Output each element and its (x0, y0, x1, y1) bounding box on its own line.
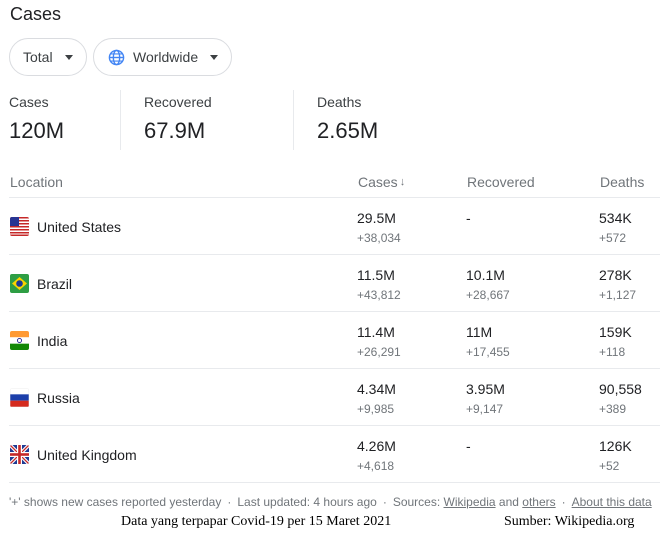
globe-icon (108, 49, 125, 65)
recovered-value: 3.95M (466, 381, 505, 397)
country-name: India (37, 333, 68, 349)
footer-note: '+' shows new cases reported yesterday (9, 495, 222, 509)
recovered-new: +28,667 (466, 288, 510, 302)
region-dropdown[interactable]: Worldwide (93, 38, 232, 76)
table-row[interactable]: Brazil 11.5M +43,812 10.1M +28,667 278K … (0, 255, 661, 312)
deaths-value: 90,558 (599, 381, 642, 397)
summary-deaths-label: Deaths (317, 94, 362, 110)
table-row[interactable]: India 11.4M +26,291 11M +17,455 159K +11… (0, 312, 661, 369)
summary-cases-label: Cases (9, 94, 49, 110)
recovered-value: 11M (466, 324, 493, 340)
country-name: United Kingdom (37, 447, 137, 463)
deaths-value: 278K (599, 267, 632, 283)
cases-value: 4.34M (357, 381, 396, 397)
column-header-location[interactable]: Location (10, 174, 63, 190)
table-row[interactable]: United States 29.5M +38,034 - 534K +572 (0, 198, 661, 255)
caption-left: Data yang terpapar Covid-19 per 15 Maret… (121, 514, 392, 529)
recovered-new: +9,147 (466, 402, 504, 416)
uk-flag-icon (10, 445, 29, 464)
deaths-new: +572 (599, 231, 627, 245)
recovered-value: - (466, 210, 471, 226)
russia-flag-icon (10, 388, 29, 407)
cases-new: +9,985 (357, 402, 395, 416)
caret-down-icon (210, 55, 218, 60)
caret-down-icon (65, 55, 73, 60)
summary-cases: Cases 120M (9, 90, 119, 150)
cases-new: +4,618 (357, 459, 395, 473)
summary-deaths: Deaths 2.65M (293, 90, 443, 150)
footer-updated: Last updated: 4 hours ago (237, 495, 377, 509)
recovered-value: 10.1M (466, 267, 505, 283)
total-dropdown-label: Total (23, 49, 53, 65)
deaths-new: +52 (599, 459, 620, 473)
page-title: Cases (10, 4, 62, 24)
sort-down-arrow-icon: ↓ (399, 176, 406, 188)
deaths-new: +1,127 (599, 288, 637, 302)
source-link-others[interactable]: others (522, 495, 555, 509)
source-link-wikipedia[interactable]: Wikipedia (444, 495, 496, 509)
cases-value: 29.5M (357, 210, 396, 226)
separator: · (382, 495, 387, 509)
summary-recovered-label: Recovered (144, 94, 212, 110)
column-header-recovered[interactable]: Recovered (467, 174, 535, 190)
us-flag-icon (10, 217, 29, 236)
deaths-value: 534K (599, 210, 632, 226)
footer: '+' shows new cases reported yesterday · L… (9, 495, 652, 509)
cases-value: 11.5M (357, 267, 395, 283)
separator: · (561, 495, 566, 509)
separator: · (227, 495, 232, 509)
footer-and: and (498, 495, 519, 509)
deaths-value: 126K (599, 438, 632, 454)
deaths-new: +118 (599, 345, 626, 359)
column-header-cases-label: Cases (358, 174, 398, 190)
recovered-value: - (466, 438, 471, 454)
country-name: United States (37, 219, 122, 235)
summary-recovered: Recovered 67.9M (120, 90, 293, 150)
total-dropdown[interactable]: Total (9, 38, 87, 76)
caption-right: Sumber: Wikipedia.org (504, 514, 635, 529)
cases-new: +43,812 (357, 288, 401, 302)
india-flag-icon (10, 331, 29, 350)
summary-cases-value: 120M (9, 118, 65, 143)
summary-deaths-value: 2.65M (317, 118, 379, 143)
brazil-flag-icon (10, 274, 29, 293)
column-header-deaths[interactable]: Deaths (600, 174, 644, 190)
cases-value: 11.4M (357, 324, 395, 340)
cases-value: 4.26M (357, 438, 396, 454)
recovered-new: +17,455 (466, 345, 510, 359)
table-row[interactable]: Russia 4.34M +9,985 3.95M +9,147 90,558 … (0, 369, 661, 426)
deaths-new: +389 (599, 402, 627, 416)
country-name: Brazil (37, 276, 73, 292)
cases-new: +38,034 (357, 231, 401, 245)
cases-new: +26,291 (357, 345, 401, 359)
about-this-data-link[interactable]: About this data (572, 495, 652, 509)
divider (9, 482, 660, 483)
region-dropdown-label: Worldwide (133, 49, 199, 65)
table-row[interactable]: United Kingdom 4.26M +4,618 - 126K +52 (0, 426, 661, 483)
country-name: Russia (37, 390, 80, 406)
footer-sources-label: Sources: (392, 495, 441, 509)
deaths-value: 159K (599, 324, 632, 340)
summary-recovered-value: 67.9M (144, 118, 206, 143)
column-header-cases[interactable]: Cases ↓ (358, 174, 405, 190)
